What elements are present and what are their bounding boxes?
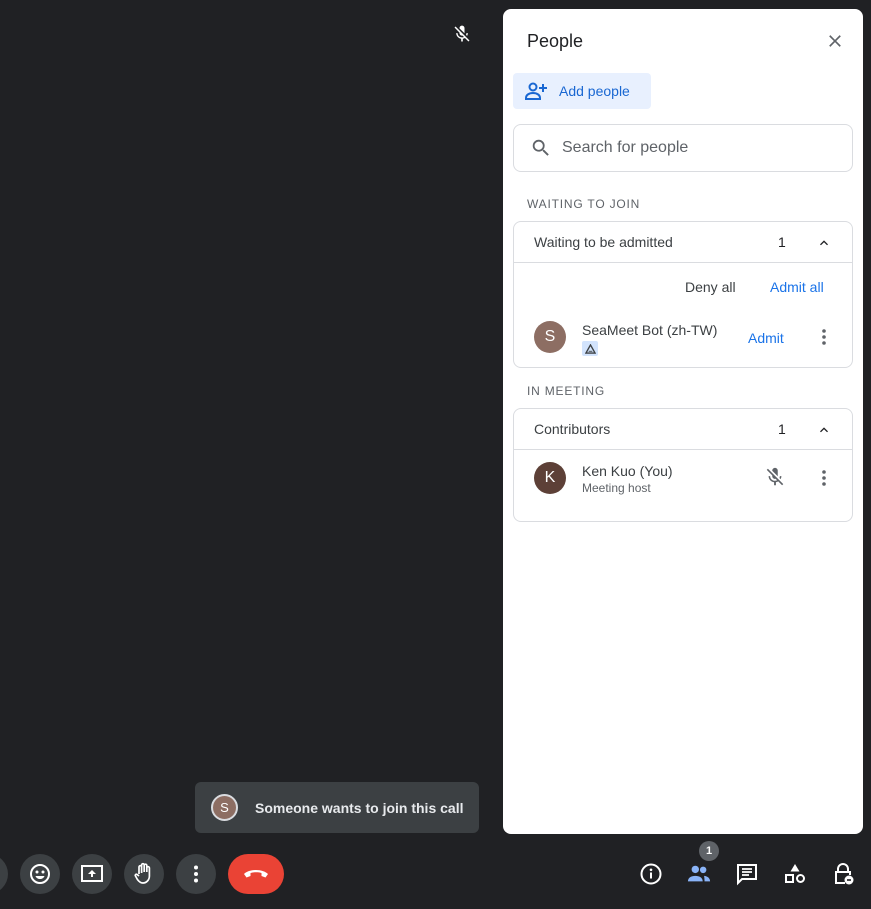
people-panel: People Add people WAITING TO JOIN Waitin… [503, 9, 863, 834]
toast-avatar: S [211, 794, 238, 821]
end-call-button[interactable] [228, 854, 284, 894]
chevron-up-icon [820, 427, 828, 433]
chat-button[interactable] [735, 862, 759, 886]
person-name: SeaMeet Bot (zh-TW) [582, 322, 718, 338]
person-name: Ken Kuo (You) [582, 463, 673, 479]
partial-control-button[interactable] [0, 854, 8, 894]
mic-off-icon [766, 467, 784, 486]
activities-button[interactable] [783, 862, 807, 886]
avatar: S [534, 321, 566, 353]
contributor-person-row: K Ken Kuo (You) Meeting host [514, 450, 852, 506]
more-options-toolbar-button[interactable] [176, 854, 216, 894]
contributors-group-label: Contributors [534, 421, 611, 437]
mic-off-icon [452, 24, 472, 44]
phone-hangup-icon [244, 870, 268, 878]
waiting-group-header[interactable]: Waiting to be admitted 1 [514, 222, 852, 263]
meeting-section-label: IN MEETING [527, 384, 606, 398]
close-icon [829, 35, 841, 47]
present-screen-button[interactable] [72, 854, 112, 894]
shapes-icon [785, 864, 805, 883]
bot-badge-icon [582, 341, 598, 356]
raise-hand-button[interactable] [124, 854, 164, 894]
avatar: K [534, 462, 566, 494]
admit-all-button[interactable]: Admit all [770, 279, 824, 295]
more-options-button[interactable] [814, 325, 834, 349]
contributors-group: Contributors 1 K Ken Kuo (You) Meeting h… [513, 408, 853, 522]
people-button[interactable] [687, 862, 711, 886]
waiting-count: 1 [778, 234, 786, 250]
people-count-badge: 1 [699, 841, 719, 861]
search-input[interactable] [562, 139, 832, 157]
person-role: Meeting host [582, 481, 651, 495]
add-people-label: Add people [559, 83, 630, 99]
chevron-up-icon [820, 240, 828, 246]
mute-status-button[interactable] [764, 466, 788, 490]
emoji-icon [30, 864, 50, 884]
reactions-button[interactable] [20, 854, 60, 894]
contributors-group-header[interactable]: Contributors 1 [514, 409, 852, 450]
meeting-details-button[interactable] [639, 862, 663, 886]
contributors-count: 1 [778, 421, 786, 437]
more-vert-icon [822, 329, 826, 345]
bulk-actions: Deny all Admit all [514, 263, 852, 311]
chat-icon [737, 864, 757, 886]
waiting-person-row: S SeaMeet Bot (zh-TW) Admit [514, 311, 852, 367]
waiting-section-label: WAITING TO JOIN [527, 197, 641, 211]
hand-icon [134, 862, 151, 884]
waiting-group: Waiting to be admitted 1 Deny all Admit … [513, 221, 853, 368]
search-icon [532, 139, 549, 156]
more-vert-icon [194, 865, 198, 883]
present-icon [81, 865, 103, 882]
waiting-group-label: Waiting to be admitted [534, 234, 673, 250]
info-icon [640, 863, 662, 885]
panel-title: People [527, 31, 584, 51]
more-options-button[interactable] [814, 466, 834, 490]
search-field[interactable] [513, 124, 853, 172]
close-panel-button[interactable] [819, 27, 851, 55]
deny-all-button[interactable]: Deny all [685, 279, 736, 295]
join-request-toast[interactable]: S Someone wants to join this call [195, 782, 479, 833]
admit-button[interactable]: Admit [748, 330, 784, 346]
toast-message: Someone wants to join this call [255, 799, 464, 816]
lock-person-icon [835, 863, 854, 885]
more-vert-icon [822, 470, 826, 486]
people-icon [687, 865, 711, 882]
add-people-button[interactable]: Add people [513, 73, 651, 109]
add-person-icon [525, 82, 547, 100]
host-controls-button[interactable] [831, 862, 855, 886]
